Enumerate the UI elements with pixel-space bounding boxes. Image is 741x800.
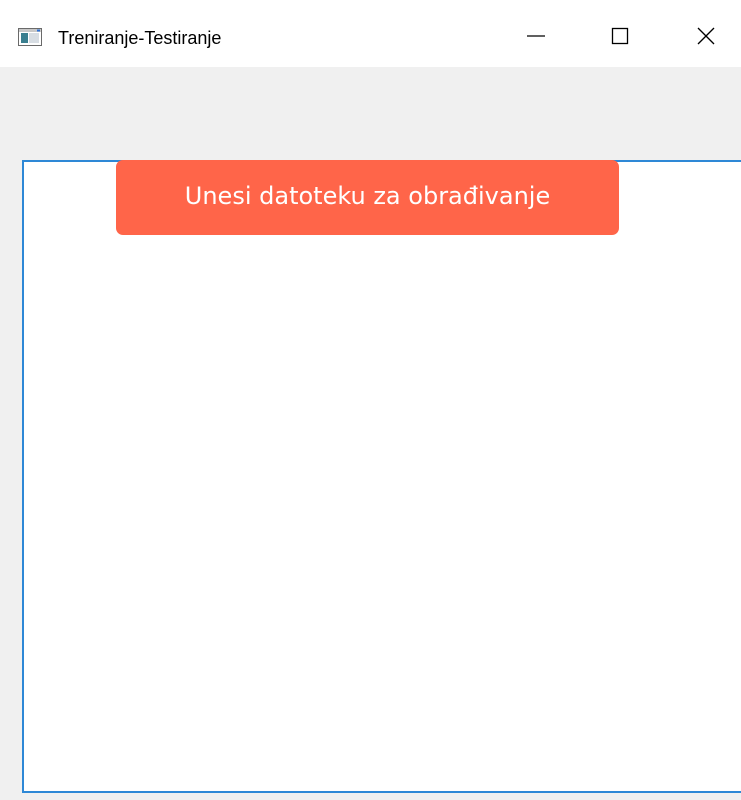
maximize-icon	[610, 26, 630, 50]
window-title: Treniranje-Testiranje	[58, 28, 222, 48]
minimize-button[interactable]	[516, 20, 556, 56]
maximize-button[interactable]	[600, 20, 640, 56]
close-icon	[696, 26, 716, 50]
title-bar[interactable]: Treniranje-Testiranje	[0, 0, 741, 67]
content-frame	[22, 160, 741, 793]
minimize-icon	[526, 26, 546, 50]
close-button[interactable]	[686, 20, 726, 56]
app-window-icon	[18, 28, 42, 46]
app-window: Treniranje-Testiranje Unesi datoteku za …	[0, 0, 741, 800]
upload-file-button[interactable]: Unesi datoteku za obrađivanje	[116, 160, 619, 235]
